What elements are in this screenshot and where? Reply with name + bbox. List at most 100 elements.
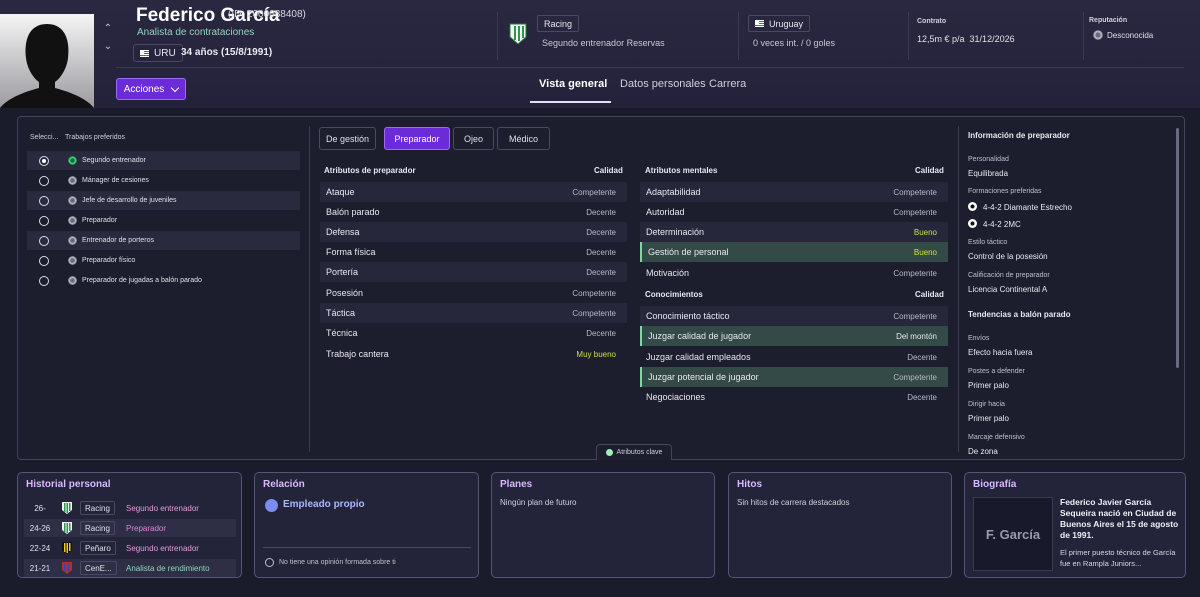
mental-attr-row: Autoridad Competente (640, 202, 948, 222)
relation-status: Empleado propio (283, 499, 365, 510)
job-label: Mánager de cesiones (82, 177, 149, 184)
reputation-value: Desconocida (1093, 30, 1153, 40)
job-row[interactable]: Preparador de jugadas a balón parado (27, 271, 300, 290)
mental-attr-row: Determinación Bueno (640, 222, 948, 242)
coach-icon (68, 156, 77, 165)
attr-value: Decente (907, 352, 937, 362)
info-scrollbar[interactable] (1176, 128, 1179, 368)
chevron-down-icon (171, 83, 180, 92)
biography-image: F. García (973, 497, 1053, 571)
attr-name: Ataque (326, 187, 355, 197)
actions-label: Acciones (123, 83, 165, 95)
users-icon (265, 499, 278, 512)
biography-more[interactable]: El primer puesto técnico de García fue e… (1060, 547, 1180, 569)
subtab-medico[interactable]: Médico (497, 127, 550, 150)
actions-button[interactable]: Acciones (116, 78, 186, 100)
attr-value: Bueno (913, 227, 937, 237)
radio-selected[interactable] (39, 155, 49, 166)
milestones-card: Hitos Sin hitos de carrera destacados (728, 472, 952, 578)
history-row[interactable]: 21-21 CenE... Analista de rendimiento (24, 559, 236, 577)
football-icon (968, 202, 977, 211)
history-row[interactable]: 24-26 Racing Preparador (24, 519, 236, 537)
attr-value: Competente (893, 311, 937, 321)
reputation-label: Reputación (1089, 17, 1128, 24)
key-attributes-label: Atributos clave (616, 449, 663, 456)
job-row[interactable]: Jefe de desarrollo de juveniles (27, 191, 300, 210)
country-chip[interactable]: Uruguay (748, 15, 811, 32)
attr-value: Competente (893, 187, 937, 197)
radio-button[interactable] (39, 195, 49, 206)
job-row[interactable]: Preparador (27, 211, 300, 230)
knowledge-row: Juzgar calidad empleados Decente (640, 347, 948, 367)
tab-vista-general[interactable]: Vista general (539, 78, 607, 90)
contract-value: 12,5m € p/a 31/12/2026 (917, 34, 1015, 44)
chevron-up-icon[interactable]: ⌃ (101, 20, 115, 38)
reputation-icon (1093, 30, 1103, 40)
column-select-header: Selecci... (30, 134, 59, 141)
country-name: Uruguay (769, 18, 804, 29)
reputation-text: Desconocida (1107, 30, 1154, 40)
relation-note: No tiene una opinión formada sobre ti (279, 559, 396, 566)
staff-role-icon (68, 236, 77, 245)
radio-button[interactable] (39, 255, 49, 266)
formation-name: 4-4-2 Diamante Estrecho (983, 203, 1072, 212)
chevron-down-icon[interactable]: ⌄ (101, 38, 115, 56)
active-tab-indicator (530, 101, 611, 103)
job-row[interactable]: Preparador físico (27, 251, 300, 270)
history-row[interactable]: 26- Racing Segundo entrenador (24, 499, 236, 517)
postes-label: Postes a defender (968, 368, 1025, 375)
attr-value: Decente (586, 207, 616, 217)
subtab-de-gestion[interactable]: De gestión (319, 127, 376, 150)
attr-name: Juzgar calidad de jugador (648, 331, 752, 341)
attr-value: Competente (572, 187, 616, 197)
formation-item: 4-4-2 Diamante Estrecho (968, 202, 1072, 212)
column-divider (958, 126, 959, 452)
history-row[interactable]: 22-24 Peñaro Segundo entrenador (24, 539, 236, 557)
job-label: Entrenador de porteros (82, 237, 154, 244)
coach-attr-row: Técnica Decente (320, 323, 627, 343)
attr-name: Adaptabilidad (646, 187, 701, 197)
envios-label: Envíos (968, 335, 990, 342)
radio-button[interactable] (39, 275, 49, 286)
formation-item: 4-4-2 2MC (968, 219, 1021, 229)
attr-name: Posesión (326, 288, 364, 298)
postes-value: Primer palo (968, 381, 1009, 390)
knowledge-row: Negociaciones Decente (640, 387, 948, 407)
attr-name: Forma física (326, 247, 376, 257)
racing-badge-icon (62, 502, 72, 514)
knowledge-row: Conocimiento táctico Competente (640, 306, 948, 326)
coach-attr-row: Ataque Competente (320, 182, 627, 202)
attr-value: Muy bueno (576, 349, 616, 359)
attr-name: Autoridad (646, 207, 685, 217)
subtab-preparador[interactable]: Preparador (384, 127, 450, 150)
attr-value: Decente (586, 227, 616, 237)
nationality-badge[interactable]: URU (133, 44, 183, 62)
staff-role-icon (68, 196, 77, 205)
history-club[interactable]: Racing (80, 501, 115, 515)
plans-text: Ningún plan de futuro (500, 498, 577, 507)
radio-button[interactable] (39, 235, 49, 246)
profile-header: ⌃ ⌄ Federico García (ID: 2000088408) Ana… (0, 0, 1200, 108)
header-separator (908, 12, 909, 60)
history-years: 26- (34, 503, 46, 513)
nationality-code: URU (154, 47, 176, 59)
coach-attrs-quality-header: Calidad (594, 166, 623, 175)
job-row[interactable]: Segundo entrenador (27, 151, 300, 170)
subtab-ojeo[interactable]: Ojeo (453, 127, 494, 150)
tab-datos-personales[interactable]: Datos personales (620, 78, 706, 90)
job-row[interactable]: Entrenador de porteros (27, 231, 300, 250)
rating-value: Licencia Continental A (968, 285, 1048, 294)
history-club[interactable]: CenE... (80, 561, 117, 575)
history-club[interactable]: Peñaro (80, 541, 116, 555)
radio-button[interactable] (39, 175, 49, 186)
history-club[interactable]: Racing (80, 521, 115, 535)
job-row[interactable]: Mánager de cesiones (27, 171, 300, 190)
radio-button[interactable] (39, 215, 49, 226)
club-name-chip[interactable]: Racing (537, 15, 580, 32)
envios-value: Efecto hacia fuera (968, 348, 1033, 357)
job-label: Preparador físico (82, 257, 136, 264)
relation-title: Relación (263, 479, 305, 490)
key-attributes-toggle[interactable]: Atributos clave (596, 444, 672, 460)
tab-carrera[interactable]: Carrera (709, 78, 746, 90)
avatar (0, 14, 94, 108)
